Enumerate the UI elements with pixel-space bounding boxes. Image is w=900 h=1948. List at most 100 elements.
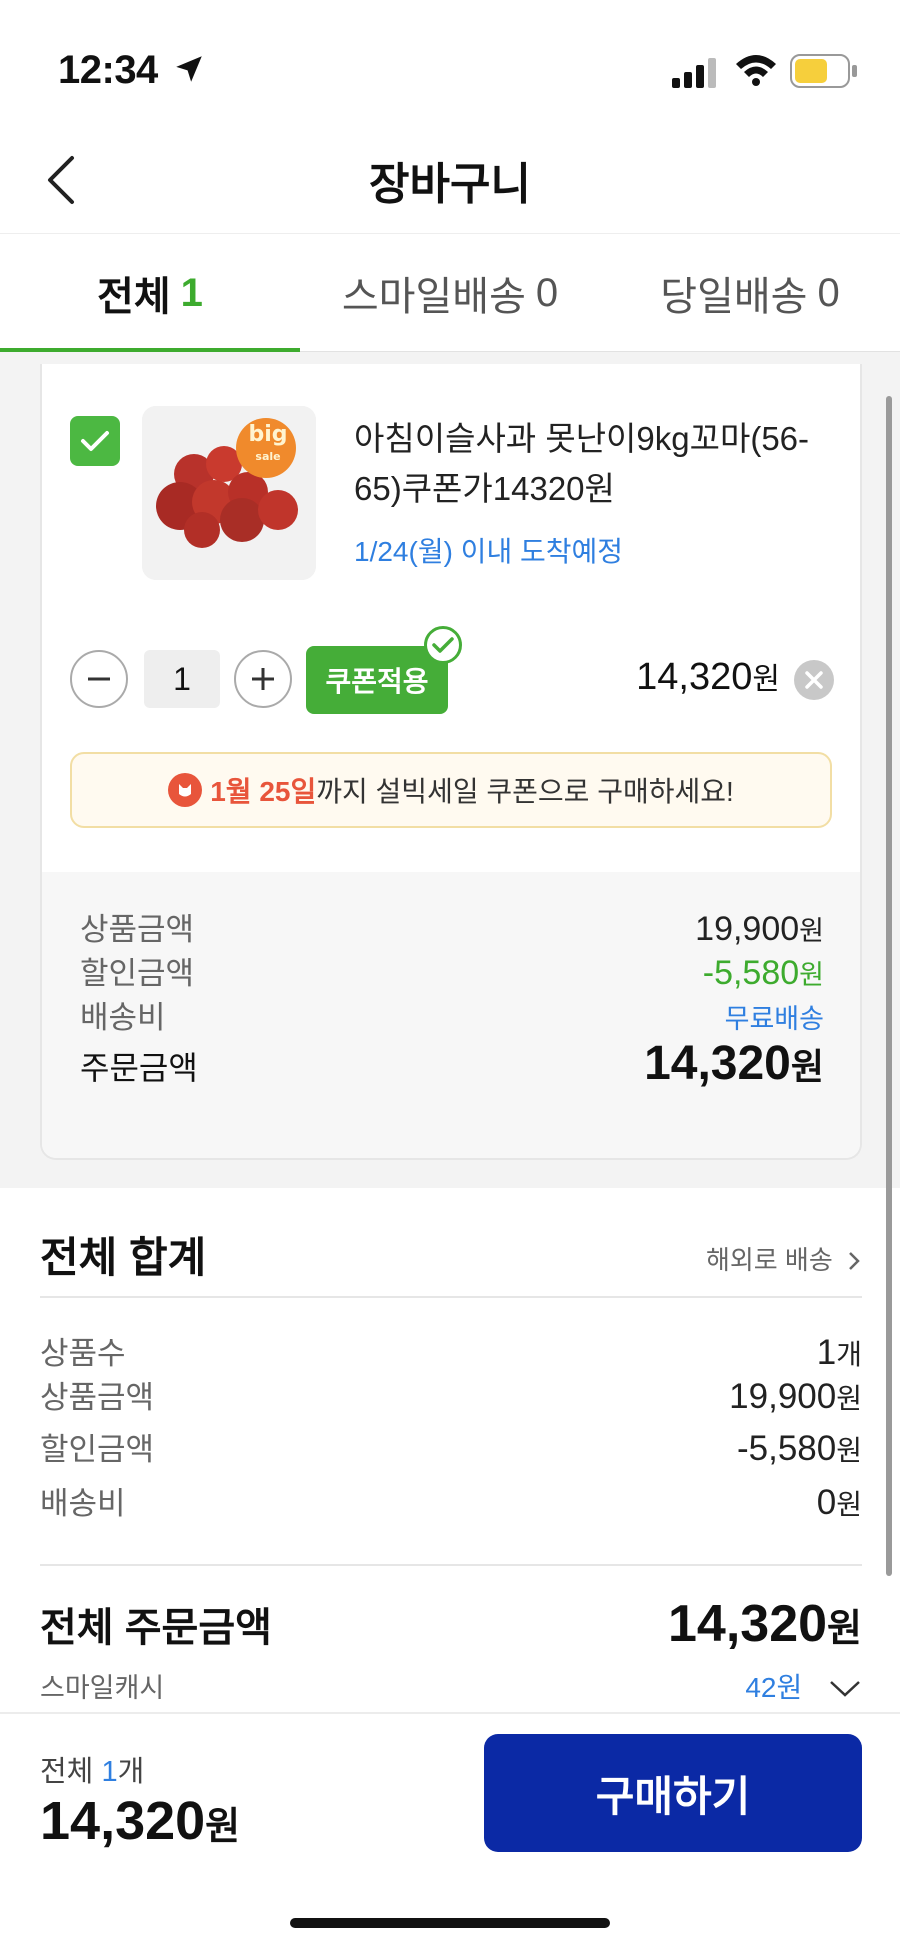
unit: 원 (205, 1806, 241, 1848)
plus-icon (252, 668, 274, 690)
item-price-value: 14,320 (636, 656, 753, 698)
home-indicator (290, 1918, 610, 1928)
summary-row-product-amount: 상품금액 19,900원 (80, 904, 824, 949)
unit: 원 (790, 1046, 824, 1087)
summary-label: 배송비 (80, 1000, 166, 1035)
unit: 원 (836, 1489, 862, 1520)
amount: 1 (816, 1333, 837, 1372)
arrival-estimate: 1/24(월) 이내 도착예정 (354, 536, 624, 567)
summary-row-shipping: 배송비 무료배송 (80, 992, 824, 1037)
chevron-right-icon (849, 1252, 860, 1270)
wifi-icon (736, 55, 776, 86)
cellular-signal-icon (672, 58, 716, 88)
summary-row-order-amount: 주문금액 14,320원 (80, 1036, 824, 1091)
quantity-increase-button[interactable] (234, 650, 292, 708)
summary-label: 상품금액 (80, 912, 195, 947)
scrollbar[interactable] (886, 396, 892, 1576)
close-icon (805, 671, 823, 689)
delivery-tabs: 전체 1 스마일배송 0 당일배송 0 (0, 234, 900, 353)
tab-all[interactable]: 전체 1 (0, 234, 300, 352)
overseas-shipping-link[interactable]: 해외로 배송 (706, 1240, 862, 1277)
grand-label: 할인금액 (40, 1432, 155, 1467)
location-arrow-icon (176, 56, 202, 82)
grand-row-smile-cash[interactable]: 스마일캐시 42원 (40, 1666, 862, 1706)
grand-value: 1개 (817, 1333, 862, 1373)
item-select-checkbox[interactable] (70, 416, 120, 466)
summary-value: 19,900원 (695, 909, 824, 949)
smile-cash-value: 42원 (745, 1666, 862, 1706)
grand-label: 배송비 (40, 1486, 126, 1521)
grand-value: 0원 (817, 1483, 862, 1523)
thumbnail-badge-text: big (248, 422, 288, 447)
grand-total-value: 14,320원 (668, 1594, 862, 1654)
quantity-decrease-button[interactable] (70, 650, 128, 708)
divider (40, 1564, 862, 1566)
tab-count: 0 (535, 270, 559, 315)
grand-total-section: 전체 합계 해외로 배송 상품수 1개 상품금액 19,900원 할인금액 -5… (0, 1188, 900, 1712)
promo-date: 1월 25일 (210, 776, 317, 807)
chevron-down-icon (830, 1681, 860, 1697)
remove-item-button[interactable] (794, 660, 834, 700)
summary-label: 할인금액 (80, 956, 195, 991)
amount: 19,900 (729, 1377, 837, 1416)
unit: 원 (799, 916, 824, 946)
product-name[interactable]: 아침이슬사과 못난이9kg꼬마(56-65)쿠폰가14320원 (354, 414, 834, 514)
cart-list: big sale 아침이슬사과 못난이9kg꼬마(56-65)쿠폰가14320원… (0, 352, 900, 1188)
minus-icon (88, 677, 110, 681)
footer-total-amount: 14,320원 (40, 1790, 240, 1852)
item-price-unit: 원 (752, 663, 780, 696)
overseas-label: 해외로 배송 (705, 1245, 833, 1275)
item-price: 14,320원 (636, 654, 780, 699)
amount: 0 (816, 1483, 837, 1522)
app-header: 장바구니 (0, 130, 900, 234)
unit: 원 (836, 1435, 862, 1466)
unit: 개 (836, 1339, 862, 1370)
amount: 14,320 (40, 1791, 206, 1851)
battery-icon (790, 54, 857, 88)
promo-mascot-icon (168, 773, 203, 807)
tab-label: 스마일배송 (341, 275, 526, 319)
status-bar: 12:34 (0, 0, 900, 130)
quantity-value[interactable]: 1 (144, 650, 220, 708)
tab-label: 전체 (97, 275, 171, 319)
grand-row-product-amount: 상품금액 19,900원 (40, 1372, 862, 1417)
grand-row-discount: 할인금액 -5,580원 (40, 1424, 862, 1469)
page-title: 장바구니 (369, 160, 531, 209)
item-price-summary: 상품금액 19,900원 할인금액 -5,580원 배송비 무료배송 주문금액 … (42, 872, 860, 1158)
grand-label: 상품수 (40, 1336, 126, 1371)
footer-item-count: 전체 1개 (40, 1748, 144, 1790)
cart-item-card: big sale 아침이슬사과 못난이9kg꼬마(56-65)쿠폰가14320원… (40, 364, 862, 1160)
count-value: 1 (101, 1756, 118, 1788)
checkout-footer: 전체 1개 14,320원 구매하기 (0, 1712, 900, 1948)
count-label: 전체 (40, 1756, 94, 1788)
grand-value: -5,580원 (737, 1429, 862, 1469)
thumbnail-badge: big sale (236, 424, 300, 468)
tab-same-day-delivery[interactable]: 당일배송 0 (600, 234, 900, 352)
promo-text: 까지 설빅세일 쿠폰으로 구매하세요! (316, 776, 734, 807)
amount: -5,580 (736, 1429, 837, 1468)
smile-cash-label: 스마일캐시 (40, 1673, 165, 1703)
grand-total-title: 전체 합계 (40, 1234, 207, 1281)
amount: 42원 (745, 1672, 803, 1703)
tab-smile-delivery[interactable]: 스마일배송 0 (300, 234, 600, 352)
thumbnail-badge-subtext: sale (255, 450, 281, 463)
checkmark-icon (81, 431, 109, 451)
grand-total-label: 전체 주문금액 (40, 1606, 272, 1650)
amount: 14,320 (667, 1595, 828, 1653)
amount: 19,900 (695, 910, 800, 948)
summary-row-discount: 할인금액 -5,580원 (80, 948, 824, 993)
purchase-button[interactable]: 구매하기 (484, 1734, 862, 1852)
unit: 원 (827, 1608, 862, 1650)
unit: 원 (836, 1383, 862, 1414)
summary-value: 무료배송 (724, 1004, 824, 1034)
coupon-promo-banner[interactable]: 1월 25일 까지 설빅세일 쿠폰으로 구매하세요! (70, 752, 832, 828)
product-thumbnail[interactable]: big sale (142, 406, 316, 580)
grand-value: 19,900원 (729, 1377, 862, 1417)
coupon-applied-check-icon (424, 626, 462, 664)
divider (40, 1296, 862, 1298)
grand-row-count: 상품수 1개 (40, 1328, 862, 1373)
unit: 원 (799, 960, 824, 990)
summary-label: 주문금액 (80, 1050, 198, 1086)
summary-value: 14,320원 (644, 1036, 824, 1091)
amount: -5,580 (702, 954, 800, 992)
